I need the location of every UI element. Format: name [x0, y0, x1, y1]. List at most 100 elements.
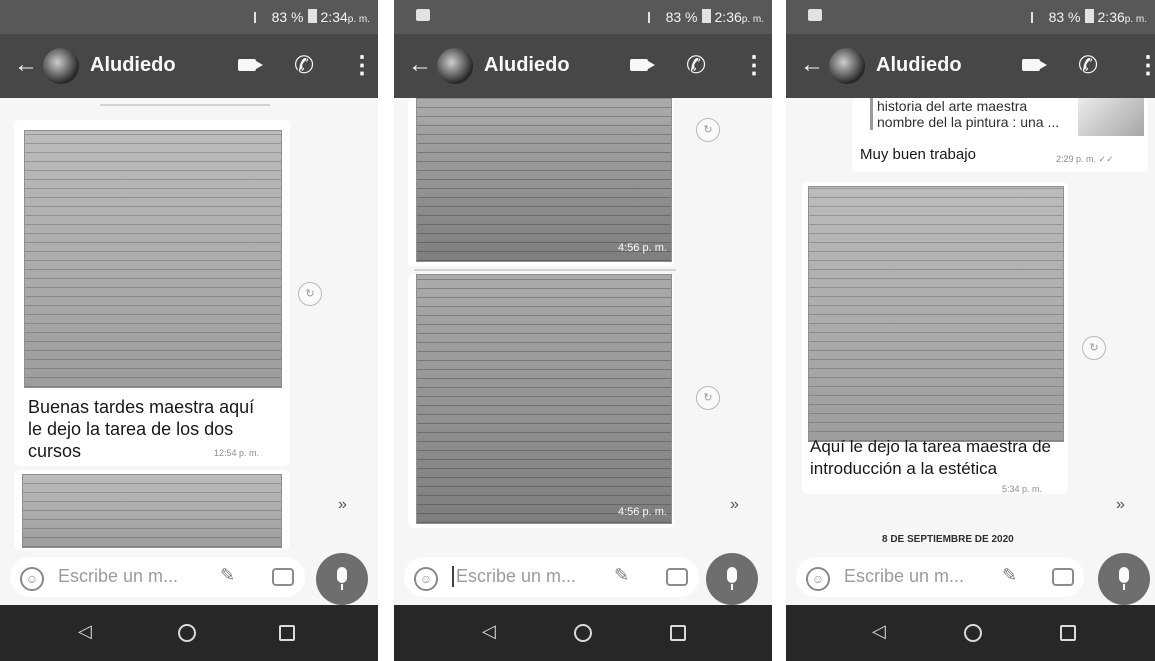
nav-back-icon[interactable]: ◁: [78, 621, 92, 642]
mic-button[interactable]: [316, 553, 368, 605]
message-input[interactable]: ☺ Escribe un m... ✎: [404, 557, 699, 597]
scroll-down-icon[interactable]: »: [338, 496, 347, 514]
clock-suffix: p. m.: [741, 14, 764, 25]
clock-suffix: p. m.: [1124, 14, 1147, 25]
system-nav-bar: ◁: [394, 605, 772, 661]
nav-recents-icon[interactable]: [1060, 625, 1076, 641]
back-arrow-icon[interactable]: ←: [14, 51, 38, 79]
contact-name[interactable]: Aludiedo: [876, 54, 962, 77]
chat-header: ← Aludiedo ✆ ⋮: [786, 34, 1155, 98]
status-bar: 83 % 2:36p. m.: [786, 0, 1155, 34]
share-icon[interactable]: ↻: [298, 282, 322, 306]
nav-home-icon[interactable]: [964, 624, 982, 642]
video-call-icon[interactable]: [1022, 59, 1047, 71]
reply-time: 2:29 p. m. ✓✓: [1056, 154, 1114, 164]
nav-back-icon[interactable]: ◁: [872, 621, 886, 642]
divider: [414, 269, 676, 271]
attach-icon[interactable]: ✎: [220, 565, 235, 586]
reply-text: Muy buen trabajo: [860, 146, 976, 163]
contact-name[interactable]: Aludiedo: [90, 54, 176, 77]
more-options-icon[interactable]: ⋮: [1136, 51, 1155, 80]
emoji-icon[interactable]: ☺: [806, 567, 830, 591]
battery-icon: [701, 9, 711, 23]
share-icon-2[interactable]: ↻: [696, 386, 720, 410]
status-bar: 83 % 2:36p. m.: [394, 0, 772, 34]
homework-photo[interactable]: [24, 130, 282, 388]
contact-name[interactable]: Aludiedo: [484, 54, 570, 77]
message-list[interactable]: historia del arte maestra nombre del la …: [786, 98, 1155, 605]
image-message-bubble-2[interactable]: 4:56 p. m.: [408, 274, 674, 528]
attach-icon[interactable]: ✎: [1002, 565, 1017, 586]
more-options-icon[interactable]: ⋮: [350, 51, 374, 80]
video-call-icon[interactable]: [238, 59, 263, 71]
clock: 2:36: [714, 9, 742, 25]
scroll-down-icon[interactable]: »: [1116, 496, 1125, 514]
phone-screen-2: 83 % 2:36p. m. ← Aludiedo ✆ ⋮ 4:56 p. m. …: [394, 0, 772, 661]
homework-photo[interactable]: [808, 186, 1064, 442]
quoted-message[interactable]: historia del arte maestra nombre del la …: [870, 98, 1077, 130]
nav-recents-icon[interactable]: [670, 625, 686, 641]
mic-button[interactable]: [1098, 553, 1150, 605]
message-text: Aquí le dejo la tarea maestra de introdu…: [810, 437, 1051, 478]
camera-icon[interactable]: [272, 568, 294, 586]
camera-icon[interactable]: [666, 568, 688, 586]
avatar[interactable]: [43, 48, 79, 84]
attach-icon[interactable]: ✎: [614, 565, 629, 586]
nav-home-icon[interactable]: [178, 624, 196, 642]
avatar[interactable]: [829, 48, 865, 84]
signal-icon: [1030, 12, 1043, 23]
photo-time: 4:56 p. m.: [618, 506, 667, 518]
phone-screen-3: 83 % 2:36p. m. ← Aludiedo ✆ ⋮ historia de…: [786, 0, 1155, 661]
camera-icon[interactable]: [1052, 568, 1074, 586]
homework-photo-2[interactable]: [416, 274, 672, 524]
message-placeholder[interactable]: Escribe un m...: [452, 566, 576, 587]
message-placeholder[interactable]: Escribe un m...: [58, 566, 178, 587]
clock-suffix: p. m.: [347, 14, 370, 25]
message-list[interactable]: Buenas tardes maestra aquí le dejo la ta…: [0, 98, 378, 605]
status-bar: 83 % 2:34p. m.: [0, 0, 378, 34]
more-options-icon[interactable]: ⋮: [742, 51, 766, 80]
message-input[interactable]: ☺ Escribe un m... ✎: [796, 557, 1084, 597]
phone-screen-1: 83 % 2:34p. m. ← Aludiedo ✆ ⋮ Buenas tard…: [0, 0, 378, 661]
phone-call-icon[interactable]: ✆: [686, 51, 706, 80]
battery-icon: [307, 9, 317, 23]
phone-call-icon[interactable]: ✆: [1078, 51, 1098, 80]
message-time: 5:34 p. m.: [1002, 484, 1043, 494]
back-arrow-icon[interactable]: ←: [408, 51, 432, 79]
avatar[interactable]: [437, 48, 473, 84]
nav-home-icon[interactable]: [574, 624, 592, 642]
scroll-down-icon[interactable]: »: [730, 496, 739, 514]
signal-icon: [647, 12, 660, 23]
mic-icon: [1119, 567, 1129, 583]
message-input[interactable]: ☺ Escribe un m... ✎: [10, 557, 305, 597]
battery-percent: 83 %: [665, 9, 698, 25]
image-message-bubble[interactable]: Buenas tardes maestra aquí le dejo la ta…: [14, 120, 290, 466]
image-message-bubble-2[interactable]: [14, 470, 290, 550]
mic-button[interactable]: [706, 553, 758, 605]
nav-recents-icon[interactable]: [279, 625, 295, 641]
system-nav-bar: ◁: [786, 605, 1155, 661]
share-icon[interactable]: ↻: [696, 118, 720, 142]
image-message-bubble[interactable]: Aquí le dejo la tarea maestra de introdu…: [802, 182, 1068, 494]
emoji-icon[interactable]: ☺: [20, 567, 44, 591]
message-placeholder[interactable]: Escribe un m...: [844, 566, 964, 587]
composer: ☺ Escribe un m... ✎: [0, 553, 378, 605]
image-message-bubble[interactable]: 4:56 p. m.: [408, 98, 674, 266]
battery-percent: 83 %: [1048, 9, 1081, 25]
share-icon[interactable]: ↻: [1082, 336, 1106, 360]
reply-message-bubble[interactable]: historia del arte maestra nombre del la …: [852, 98, 1148, 172]
message-list[interactable]: 4:56 p. m. ↻ 4:56 p. m. ↻ »: [394, 98, 772, 605]
gallery-notification-icon: [808, 9, 822, 21]
nav-back-icon[interactable]: ◁: [482, 621, 496, 642]
homework-photo-2[interactable]: [22, 474, 282, 548]
date-separator: 8 DE SEPTIEMBRE DE 2020: [882, 534, 1014, 545]
back-arrow-icon[interactable]: ←: [800, 51, 824, 79]
video-call-icon[interactable]: [630, 59, 655, 71]
phone-call-icon[interactable]: ✆: [294, 51, 314, 80]
quoted-thumbnail: [1078, 98, 1144, 136]
mic-icon: [337, 567, 347, 583]
photo-time: 4:56 p. m.: [618, 242, 667, 254]
emoji-icon[interactable]: ☺: [414, 567, 438, 591]
chat-header: ← Aludiedo ✆ ⋮: [394, 34, 772, 98]
homework-photo[interactable]: [416, 98, 672, 262]
